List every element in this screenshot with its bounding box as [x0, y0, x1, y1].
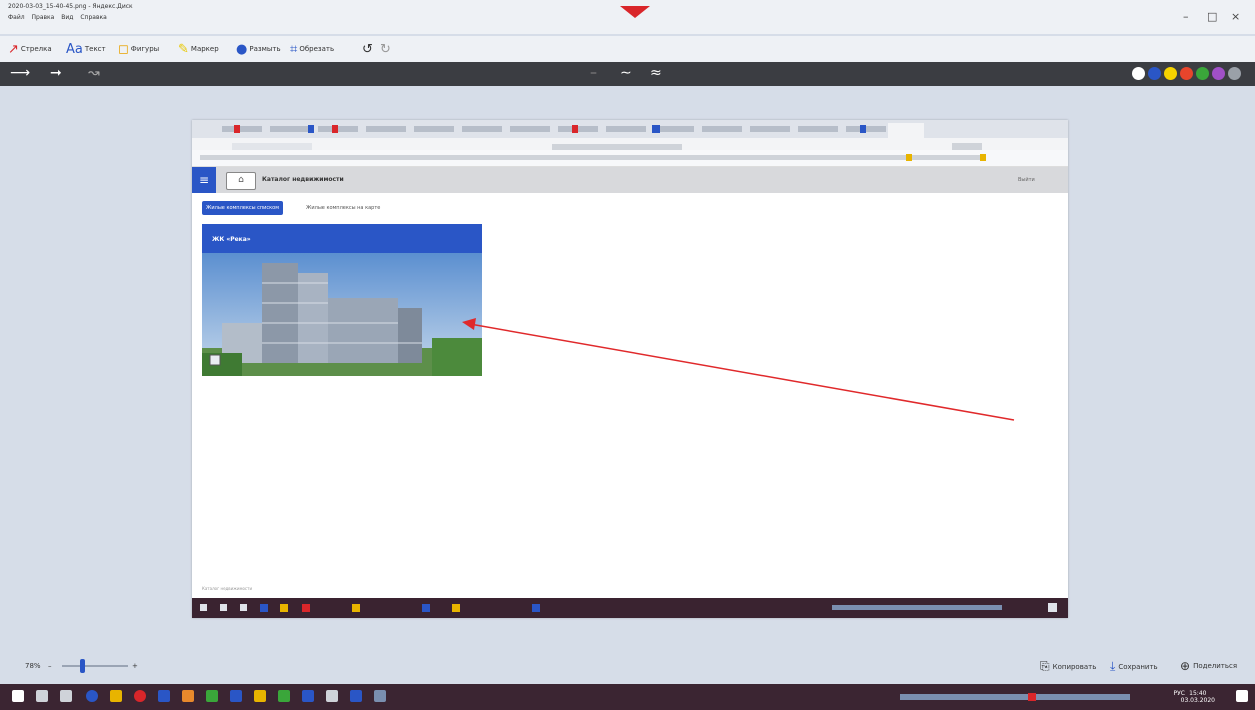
app-icon-4[interactable]: [206, 690, 218, 702]
zoom-slider-track[interactable]: [62, 665, 128, 667]
download-icon: ⤓: [1110, 659, 1116, 673]
zoom-in-button[interactable]: +: [132, 662, 138, 670]
share-icon: ⊕: [1180, 659, 1191, 673]
app-icon-11[interactable]: [374, 690, 386, 702]
system-tray-icons: [900, 693, 1130, 701]
task-view-icon[interactable]: [60, 690, 72, 702]
zoom-out-button[interactable]: –: [48, 662, 52, 670]
yandex-browser-icon[interactable]: [134, 690, 146, 702]
annotation-arrowhead-icon: [462, 318, 476, 330]
app-icon-5[interactable]: [230, 690, 242, 702]
share-label: Поделиться: [1193, 662, 1238, 670]
app-icon-8[interactable]: [302, 690, 314, 702]
app-icon-1[interactable]: [86, 690, 98, 702]
app-icon-3[interactable]: [182, 690, 194, 702]
share-button[interactable]: ⊕ Поделиться: [1180, 659, 1237, 673]
clock-time: 15:40: [1189, 690, 1207, 697]
app-icon-6[interactable]: [254, 690, 266, 702]
clock[interactable]: 15:40 03.03.2020: [1181, 690, 1215, 704]
bottom-action-bar: 78% – + ⎘ Копировать ⤓ Сохранить ⊕ Подел…: [0, 648, 1255, 684]
start-button-icon[interactable]: [12, 690, 24, 702]
annotation-arrow: [462, 318, 1015, 421]
app-icon-2[interactable]: [158, 690, 170, 702]
notification-icon[interactable]: [1236, 690, 1248, 702]
copy-icon: ⎘: [1040, 659, 1050, 673]
annotation-arrow-line: [469, 323, 1015, 421]
app-icon-9[interactable]: [326, 690, 338, 702]
folder-icon[interactable]: [110, 690, 122, 702]
zoom-slider-handle[interactable]: [80, 659, 85, 673]
copy-label: Копировать: [1052, 662, 1097, 671]
save-label: Сохранить: [1118, 662, 1158, 671]
copy-button[interactable]: ⎘ Копировать: [1040, 659, 1096, 674]
search-icon[interactable]: [36, 690, 48, 702]
zoom-level: 78%: [25, 662, 41, 670]
windows-taskbar: РУС 15:40 03.03.2020: [0, 684, 1255, 710]
app-icon-10[interactable]: [350, 690, 362, 702]
app-icon-7[interactable]: [278, 690, 290, 702]
save-button[interactable]: ⤓ Сохранить: [1110, 659, 1158, 674]
clock-date: 03.03.2020: [1180, 697, 1215, 704]
